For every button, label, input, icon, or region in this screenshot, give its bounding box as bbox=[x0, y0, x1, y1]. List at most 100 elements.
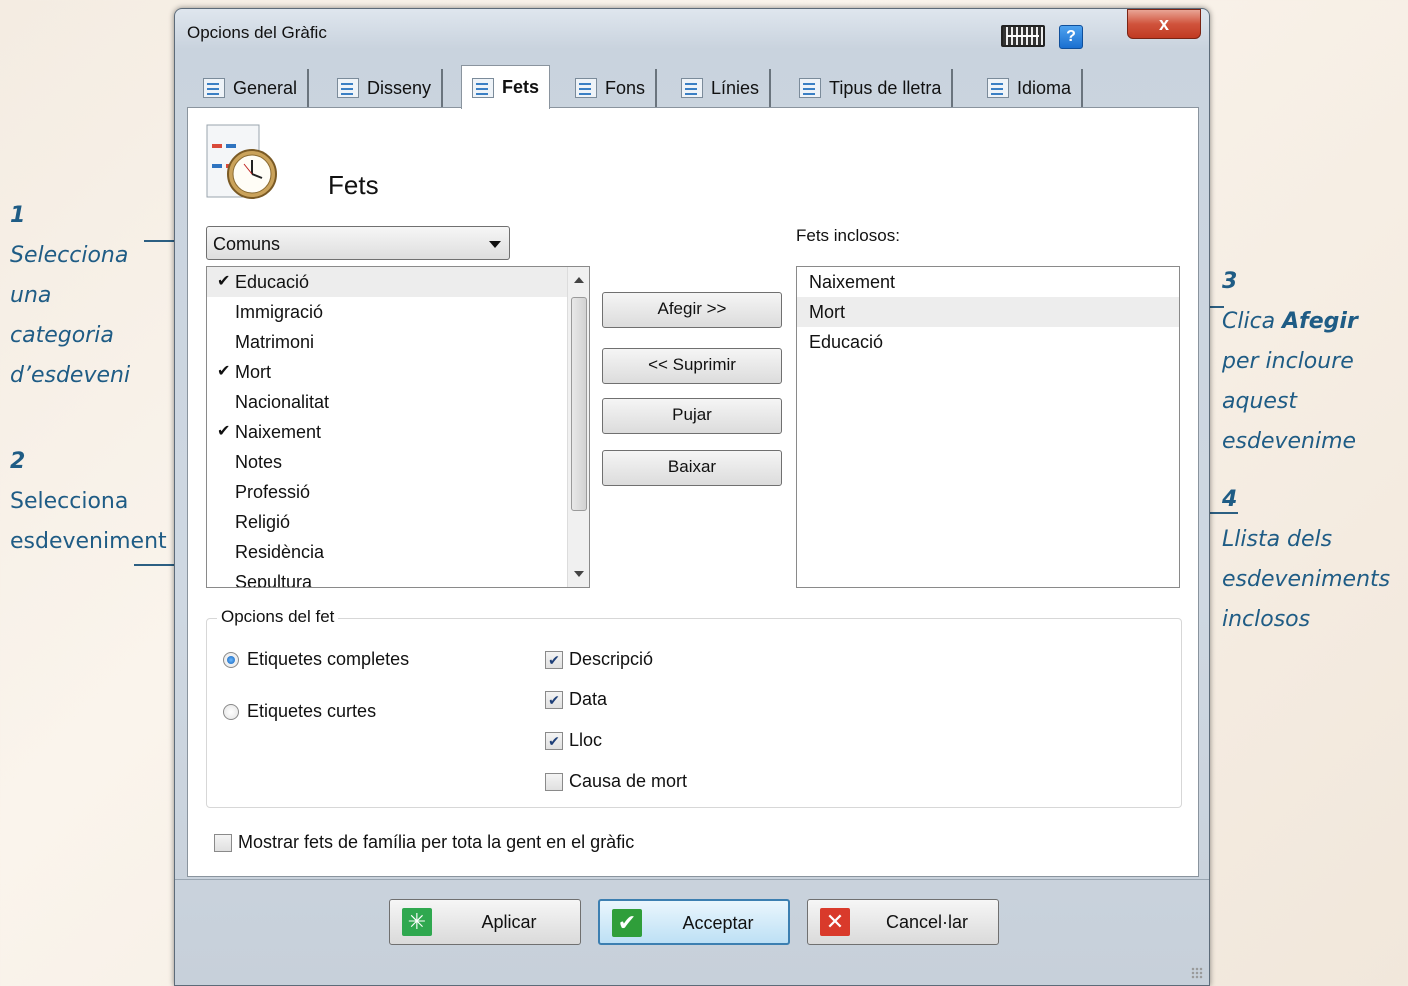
list-item[interactable]: Educació bbox=[797, 327, 1179, 357]
annotation-1-line: Selecciona bbox=[10, 243, 129, 268]
annotation-3-line: per incloure bbox=[1222, 349, 1354, 374]
help-button[interactable]: ? bbox=[1059, 25, 1083, 49]
move-down-button[interactable]: Baixar bbox=[602, 450, 782, 486]
check-icon: ✔ bbox=[217, 273, 231, 290]
annotation-3-number: 3 bbox=[1222, 269, 1238, 294]
annotation-4: 4 Llista dels esdeveniments inclosos bbox=[1222, 480, 1390, 640]
move-up-button[interactable]: Pujar bbox=[602, 398, 782, 434]
tab-label: General bbox=[233, 77, 298, 98]
close-button[interactable]: x bbox=[1127, 9, 1201, 39]
annotation-1-line: categoria bbox=[10, 323, 114, 348]
tab-label: Tipus de lletra bbox=[829, 77, 942, 98]
category-select-value: Comuns bbox=[213, 234, 281, 254]
annotation-2-line: esdeveniment bbox=[10, 529, 167, 554]
cause-of-death-checkbox[interactable]: Causa de mort bbox=[545, 771, 687, 792]
tab-label: Disseny bbox=[367, 77, 432, 98]
scroll-thumb[interactable] bbox=[571, 297, 587, 511]
annotation-1: 1 Selecciona una categoria d’esdeveni bbox=[10, 196, 130, 396]
font-tab-icon bbox=[799, 78, 821, 98]
chevron-down-icon[interactable] bbox=[489, 241, 501, 248]
included-facts-list[interactable]: Naixement Mort Educació bbox=[796, 266, 1180, 588]
checkbox-checked-icon: ✔ bbox=[545, 650, 563, 669]
tab-fets[interactable]: Fets bbox=[461, 65, 551, 109]
description-checkbox[interactable]: ✔ Descripció bbox=[545, 649, 653, 670]
place-checkbox[interactable]: ✔ Lloc bbox=[545, 730, 602, 751]
annotation-3-line: aquest bbox=[1222, 389, 1298, 414]
list-item[interactable]: Residència bbox=[207, 537, 589, 567]
scroll-down-icon[interactable] bbox=[574, 571, 584, 577]
list-item[interactable]: Naixement bbox=[797, 267, 1179, 297]
tab-label: Idioma bbox=[1017, 77, 1072, 98]
list-item[interactable]: ✔ Naixement bbox=[207, 417, 589, 447]
included-facts-label: Fets inclosos: bbox=[796, 226, 900, 245]
short-labels-radio[interactable]: Etiquetes curtes bbox=[223, 701, 376, 722]
available-facts-list[interactable]: ✔ Educació Immigració Matrimoni ✔ Mort Nac… bbox=[206, 266, 590, 588]
list-scrollbar[interactable] bbox=[567, 267, 589, 587]
list-item[interactable]: ✔ Mort bbox=[207, 357, 589, 387]
list-item[interactable]: Sepultura bbox=[207, 567, 589, 587]
design-tab-icon bbox=[337, 78, 359, 98]
accept-button[interactable]: ✔ Acceptar bbox=[598, 899, 790, 945]
radio-icon bbox=[223, 703, 239, 720]
annotation-2-number: 2 bbox=[10, 449, 26, 474]
annotation-3-pre: Clica bbox=[1222, 309, 1283, 334]
facts-tab-icon bbox=[472, 77, 494, 98]
page-title: Fets bbox=[328, 170, 379, 200]
tab-tipus-de-lletra[interactable]: Tipus de lletra bbox=[789, 69, 954, 107]
checkbox-icon bbox=[214, 833, 232, 852]
lines-tab-icon bbox=[681, 78, 703, 98]
list-item[interactable]: Religió bbox=[207, 507, 589, 537]
full-labels-radio[interactable]: Etiquetes completes bbox=[223, 649, 409, 670]
list-item[interactable]: Professió bbox=[207, 477, 589, 507]
group-title: Opcions del fet bbox=[217, 607, 339, 627]
tab-label: Fons bbox=[605, 77, 646, 98]
list-item[interactable]: Immigració bbox=[207, 297, 589, 327]
list-item[interactable]: Notes bbox=[207, 447, 589, 477]
annotation-4-line: Llista dels bbox=[1222, 527, 1333, 552]
tab-general[interactable]: General bbox=[193, 69, 310, 107]
apply-icon: ✳ bbox=[402, 908, 432, 936]
cancel-icon: ✕ bbox=[820, 908, 850, 936]
tab-linies[interactable]: Línies bbox=[671, 69, 772, 107]
annotation-4-number: 4 bbox=[1222, 487, 1238, 512]
annotation-3-line: esdevenime bbox=[1222, 429, 1357, 454]
title-bar[interactable]: Opcions del Gràfic ? x bbox=[175, 9, 1209, 59]
list-item[interactable]: Matrimoni bbox=[207, 327, 589, 357]
list-item[interactable]: ✔ Educació bbox=[207, 267, 589, 297]
annotation-2: 2 Selecciona esdeveniment bbox=[10, 442, 167, 562]
annotation-3-line: Clica Afegir bbox=[1222, 302, 1358, 342]
family-facts-checkbox[interactable]: Mostrar fets de família per tota la gent… bbox=[214, 832, 634, 853]
tab-fons[interactable]: Fons bbox=[565, 69, 658, 107]
scroll-up-icon[interactable] bbox=[574, 277, 584, 283]
annotation-4-line: esdeveniments bbox=[1222, 567, 1391, 592]
tab-idioma[interactable]: Idioma bbox=[977, 69, 1084, 107]
chart-options-dialog: Opcions del Gràfic ? x General Disseny F… bbox=[174, 8, 1210, 986]
annotation-1-number: 1 bbox=[10, 203, 26, 228]
fact-options-group: Opcions del fet Etiquetes completes Etiq… bbox=[206, 607, 1182, 808]
tab-label: Línies bbox=[711, 77, 760, 98]
facts-clock-icon bbox=[206, 124, 277, 199]
keyboard-icon[interactable] bbox=[1001, 25, 1045, 47]
category-select[interactable]: Comuns bbox=[206, 226, 510, 260]
list-item[interactable]: Nacionalitat bbox=[207, 387, 589, 417]
annotation-1-line: d’esdeveni bbox=[10, 363, 131, 388]
general-tab-icon bbox=[203, 78, 225, 98]
date-checkbox[interactable]: ✔ Data bbox=[545, 689, 607, 710]
resize-grip[interactable] bbox=[1191, 967, 1203, 979]
check-icon: ✔ bbox=[217, 423, 231, 440]
tab-disseny[interactable]: Disseny bbox=[327, 69, 444, 107]
list-item[interactable]: Mort bbox=[797, 297, 1179, 327]
check-icon: ✔ bbox=[217, 363, 231, 380]
apply-button[interactable]: ✳ Aplicar bbox=[389, 899, 581, 945]
add-button[interactable]: Afegir >> bbox=[602, 292, 782, 328]
annotation-2-line: Selecciona bbox=[10, 489, 129, 514]
annotation-3: 3 Clica Afegir per incloure aquest esdev… bbox=[1222, 262, 1358, 462]
tab-strip: General Disseny Fets Fons Línies Tipus d… bbox=[187, 65, 1199, 109]
annotation-3-bold: Afegir bbox=[1282, 309, 1358, 334]
annotation-4-line: inclosos bbox=[1222, 607, 1311, 632]
language-tab-icon bbox=[987, 78, 1009, 98]
window-title: Opcions del Gràfic bbox=[187, 23, 327, 42]
remove-button[interactable]: << Suprimir bbox=[602, 348, 782, 384]
cancel-button[interactable]: ✕ Cancel·lar bbox=[807, 899, 999, 945]
background-tab-icon bbox=[575, 78, 597, 98]
